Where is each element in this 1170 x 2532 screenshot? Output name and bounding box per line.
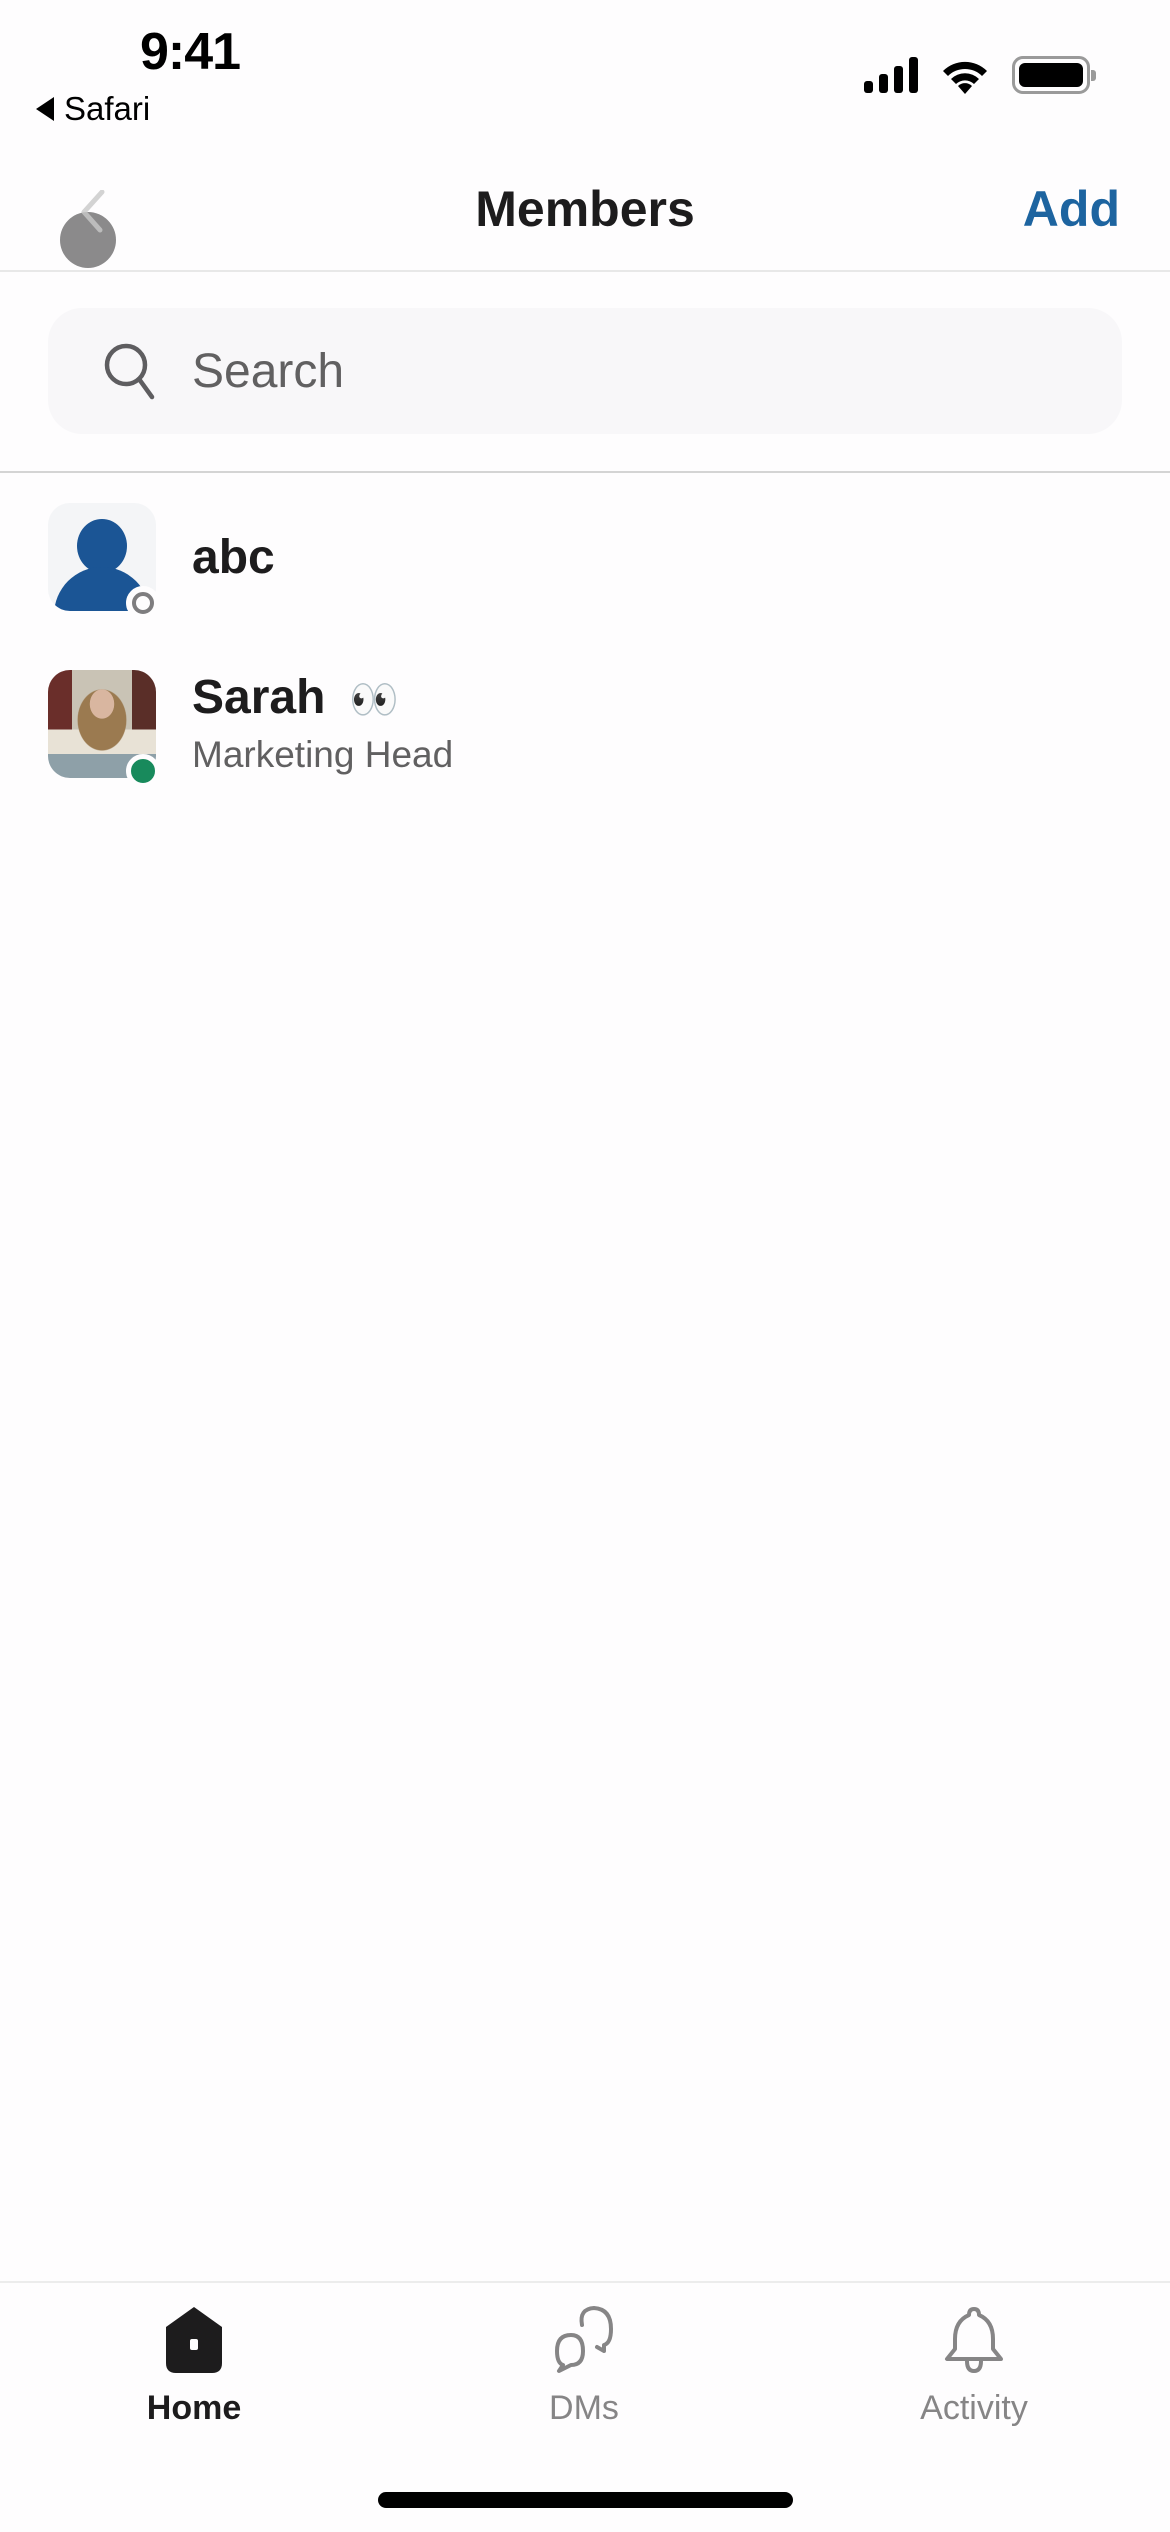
battery-icon <box>1012 56 1096 94</box>
bell-icon <box>945 2307 1003 2374</box>
presence-away-indicator <box>126 586 160 620</box>
tab-activity[interactable]: Activity <box>864 2297 1084 2447</box>
back-app-label: Safari <box>64 90 151 127</box>
tab-label: DMs <box>549 2389 619 2427</box>
tab-dms[interactable]: DMs <box>474 2297 694 2447</box>
member-name-text: abc <box>192 531 275 584</box>
status-time: 9:41 <box>140 23 241 81</box>
search-icon <box>104 343 155 400</box>
tab-label: Home <box>146 2389 242 2427</box>
member-title: Marketing Head <box>192 734 454 775</box>
presence-active-indicator <box>126 754 160 788</box>
back-triangle-icon <box>36 97 54 121</box>
wifi-icon <box>943 61 987 94</box>
tab-label: Activity <box>920 2389 1028 2427</box>
tab-home[interactable]: Home <box>84 2297 304 2447</box>
status-icons <box>864 56 1096 94</box>
home-icon <box>166 2307 222 2373</box>
search-input[interactable] <box>192 343 992 399</box>
member-name: Sarah 👀 <box>192 670 399 725</box>
page-title: Members <box>475 181 695 237</box>
member-name-text: Sarah <box>192 671 326 724</box>
add-member-button[interactable]: Add <box>1023 180 1120 238</box>
member-name: abc <box>192 530 275 585</box>
back-to-safari-link[interactable]: Safari <box>36 90 150 128</box>
search-bar[interactable] <box>48 308 1122 434</box>
eyes-emoji-status: 👀 <box>349 678 400 722</box>
navigation-header: Members Add <box>0 150 1170 272</box>
home-indicator[interactable] <box>378 2492 793 2508</box>
member-row[interactable]: abc <box>0 490 1170 630</box>
cellular-signal-icon <box>864 57 918 93</box>
dms-icon <box>555 2306 613 2373</box>
member-row[interactable]: Sarah 👀 Marketing Head <box>0 658 1170 798</box>
search-divider <box>0 471 1170 473</box>
